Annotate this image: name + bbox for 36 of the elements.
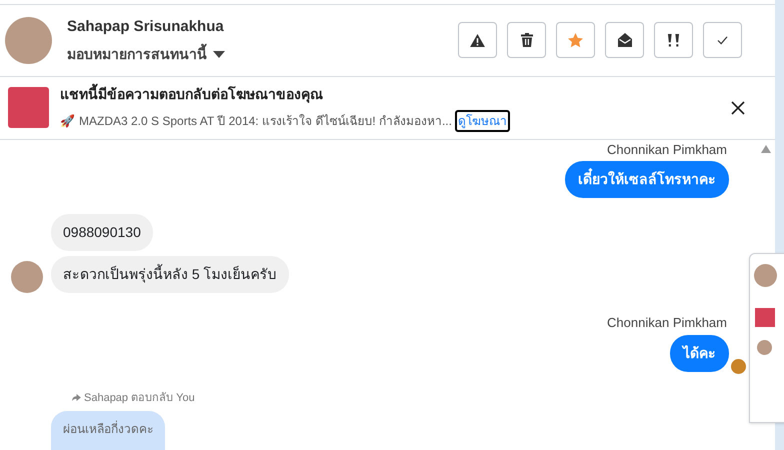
avatar [11, 261, 43, 293]
warning-icon [470, 34, 485, 47]
car-photo-placeholder [8, 87, 49, 128]
outgoing-message: เดี๋ยวให้เซลล์โทรหาคะ [565, 161, 729, 198]
sender-name: Chonnikan Pimkham [607, 140, 727, 158]
car-photo-placeholder [755, 308, 775, 326]
seen-avatar [731, 358, 746, 374]
close-icon[interactable] [731, 100, 745, 115]
ad-description: MAZDA3 2.0 S Sports AT ปี 2014: แรงเร้าใจ ดีไซน์เฉียบ! กำลังมองหา... [79, 112, 452, 130]
report-button[interactable] [458, 22, 497, 58]
mark-unread-button[interactable] [605, 22, 644, 58]
trash-icon [520, 33, 532, 48]
exclamation-icon [667, 34, 680, 47]
avatar [757, 340, 772, 354]
avatar [754, 264, 777, 286]
outgoing-message: ได้คะ [670, 334, 729, 372]
star-icon [568, 32, 583, 48]
avatar [5, 16, 52, 64]
caret-icon [213, 50, 225, 58]
star-button[interactable] [556, 22, 595, 58]
quoted-message: ผ่อนเหลือกี่งวดคะ [51, 411, 165, 450]
view-ad-link[interactable]: ดูโฆษณา [454, 110, 510, 132]
sender-name: Chonnikan Pimkham [607, 314, 727, 332]
incoming-message: สะดวกเป็นพรุ่งนี้หลัง 5 โมงเย็นครับ [51, 256, 289, 293]
scroll-up-icon[interactable] [761, 144, 771, 152]
assign-dropdown[interactable]: มอบหมายการสนทนานี้ [67, 44, 225, 65]
incoming-message: 0988090130 [51, 214, 153, 251]
ad-reply-title: แชทนี้มีข้อความตอบกลับต่อโฆษณาของคุณ [60, 84, 324, 105]
delete-button[interactable] [507, 22, 546, 58]
envelope-icon [618, 33, 632, 48]
contact-name: Sahapap Srisunakhua [67, 17, 225, 38]
reply-note: Sahapap ตอบกลับ You [84, 390, 195, 406]
rocket-icon: 🚀 [60, 112, 75, 130]
check-icon [717, 36, 728, 45]
priority-button[interactable] [654, 22, 693, 58]
reply-icon [72, 394, 81, 402]
